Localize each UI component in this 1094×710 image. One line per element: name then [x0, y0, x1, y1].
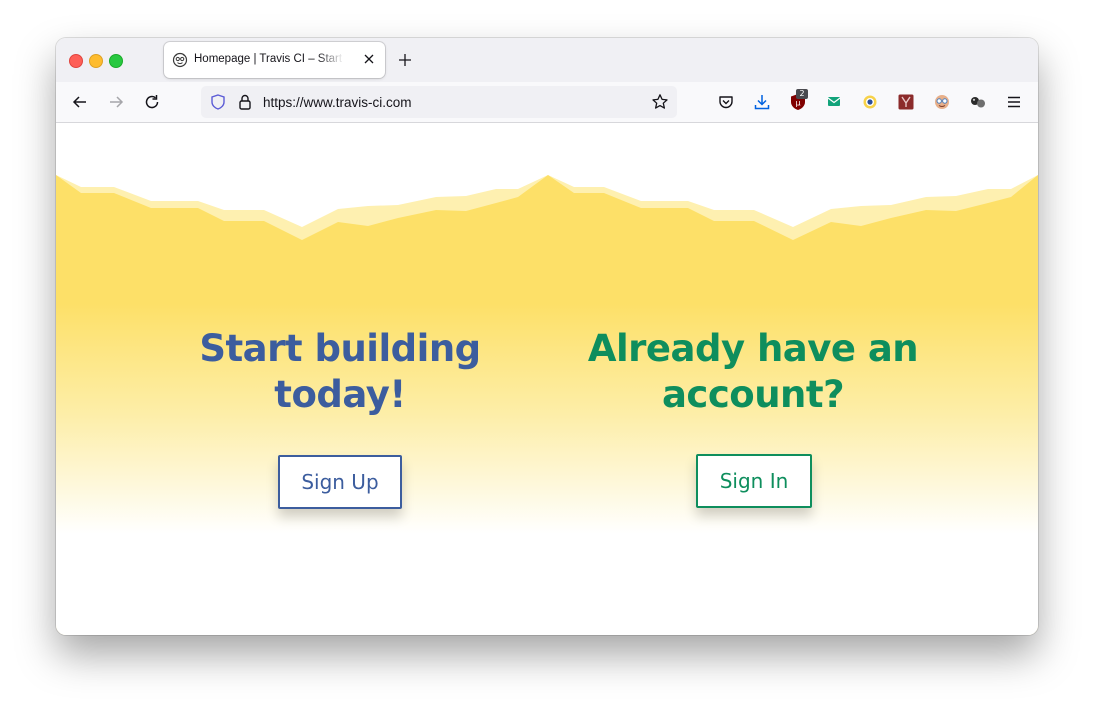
balls-extension-icon[interactable]	[969, 93, 987, 111]
scholar-extension-icon[interactable]	[897, 93, 915, 111]
signin-heading: Already have an account?	[587, 327, 919, 416]
travis-favicon-icon	[172, 52, 188, 68]
back-icon[interactable]	[70, 92, 90, 112]
url-text: https://www.travis-ci.com	[263, 95, 412, 110]
browser-window: Homepage | Travis CI – Start building	[56, 38, 1038, 635]
address-bar[interactable]: https://www.travis-ci.com	[201, 86, 677, 118]
forward-icon[interactable]	[106, 92, 126, 112]
tab-travis-homepage[interactable]: Homepage | Travis CI – Start building	[164, 42, 385, 78]
svg-text:µ: µ	[795, 99, 800, 108]
avatar-extension-icon[interactable]	[933, 93, 951, 111]
zoom-window-button[interactable]	[109, 54, 123, 68]
close-tab-icon[interactable]	[362, 52, 376, 66]
lock-icon[interactable]	[236, 93, 254, 111]
menu-icon[interactable]	[1005, 93, 1023, 111]
bookmark-star-icon[interactable]	[651, 93, 669, 111]
new-tab-icon[interactable]	[397, 52, 413, 68]
ublock-count-badge: 2	[796, 89, 808, 99]
close-window-button[interactable]	[69, 54, 83, 68]
tab-bar: Homepage | Travis CI – Start building	[56, 38, 1038, 82]
reload-icon[interactable]	[142, 92, 162, 112]
signup-heading: Start building today!	[199, 327, 481, 416]
page-content: Start building today! Sign Up Already ha…	[56, 123, 1038, 635]
minimize-window-button[interactable]	[89, 54, 103, 68]
tracking-shield-icon[interactable]	[209, 93, 227, 111]
sign-in-button[interactable]: Sign In	[696, 454, 812, 508]
sign-up-button[interactable]: Sign Up	[278, 455, 402, 509]
tab-title: Homepage | Travis CI – Start building	[194, 53, 344, 65]
downloads-icon[interactable]	[753, 93, 771, 111]
navigation-toolbar: https://www.travis-ci.com µ	[56, 82, 1038, 123]
pocket-icon[interactable]	[717, 93, 735, 111]
mail-extension-icon[interactable]	[825, 93, 843, 111]
privacy-badger-icon[interactable]	[861, 93, 879, 111]
